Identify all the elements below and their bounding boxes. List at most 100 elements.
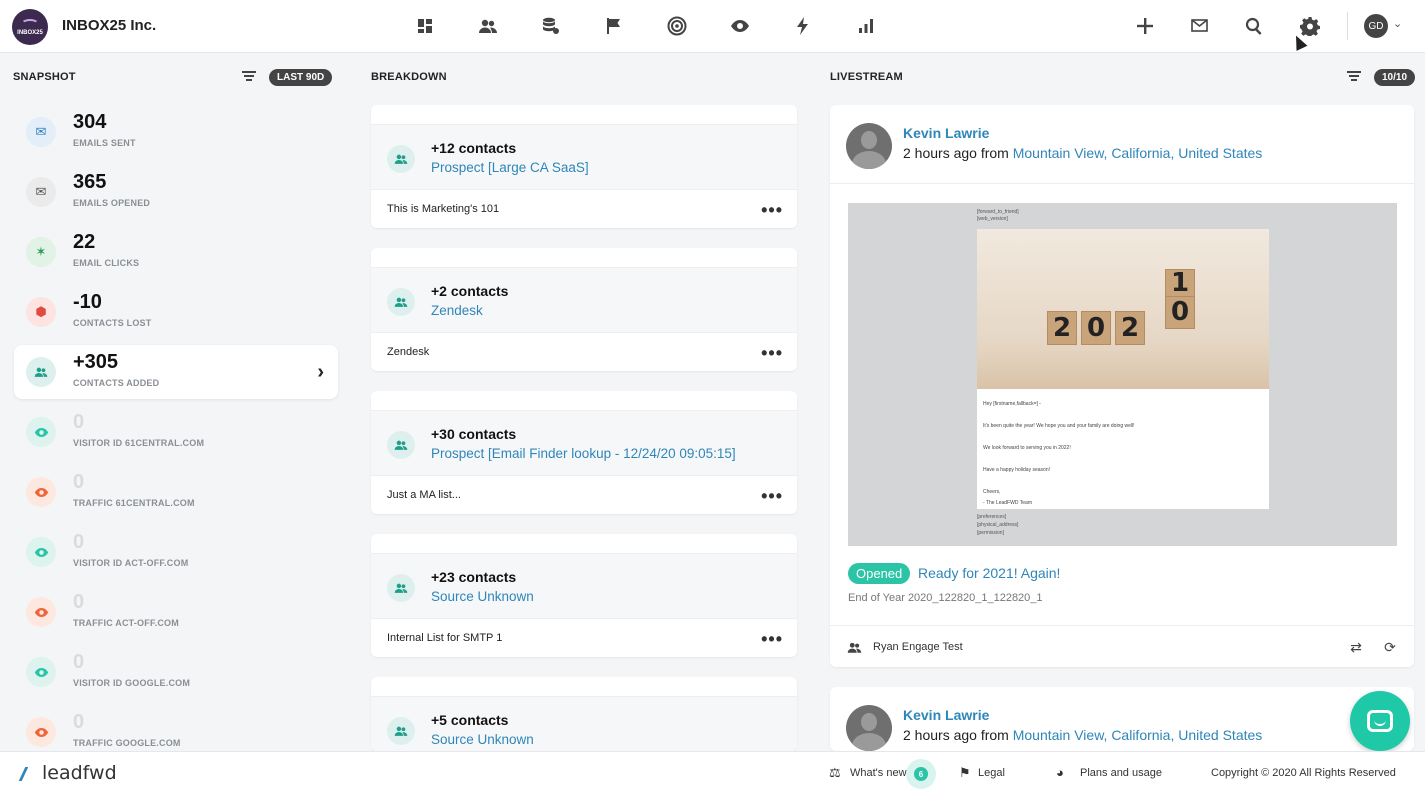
chevron-right-icon[interactable]: › [317, 361, 324, 384]
eye-icon [26, 477, 56, 507]
breakdown-source-link[interactable]: Zendesk [431, 303, 483, 318]
company-name[interactable]: INBOX25 Inc. [62, 17, 156, 34]
location-link[interactable]: Mountain View, California, United States [1013, 145, 1263, 161]
block-digit: 1 [1165, 268, 1195, 298]
legal-icon: ⚑ [959, 765, 971, 780]
email-meta-top: [web_version] [977, 216, 1008, 222]
snapshot-value: 22 [73, 231, 96, 253]
breakdown-card[interactable]: +2 contacts Zendesk Zendesk ••• [371, 248, 797, 371]
snapshot-value: 0 [73, 531, 85, 553]
livestream-count-pill: 10/10 [1374, 69, 1416, 86]
snapshot-label: VISITOR ID ACT-OFF.COM [73, 558, 189, 568]
contacts-icon[interactable] [476, 14, 500, 38]
snapshot-item-visitor-id-61central[interactable]: 0 VISITOR ID 61CENTRAL.COM [14, 405, 338, 459]
eye-icon [26, 537, 56, 567]
breakdown-card-header: +2 contacts Zendesk [371, 267, 797, 333]
email-preview[interactable]: [forward_to_friend] [web_version] 2 0 2 … [848, 203, 1397, 546]
email-subject-link[interactable]: Ready for 2021! Again! [918, 565, 1060, 581]
snapshot-item-visitor-id-google[interactable]: 0 VISITOR ID GOOGLE.COM [14, 645, 338, 699]
livestream-entry: Kevin Lawrie 2 hours ago from Mountain V… [830, 687, 1414, 751]
contacts-lost-icon: ⬢ [26, 297, 56, 327]
search-icon[interactable] [1242, 14, 1266, 38]
database-icon[interactable] [539, 14, 563, 38]
block-digit: 0 [1165, 295, 1195, 329]
users-icon [387, 288, 415, 316]
breakdown-card[interactable]: +12 contacts Prospect [Large CA SaaS] Th… [371, 105, 797, 228]
snapshot-item-contacts-added[interactable]: +305 CONTACTS ADDED › [14, 345, 338, 399]
mail-search-icon[interactable] [1188, 14, 1212, 38]
snapshot-item-contacts-lost[interactable]: ⬢ -10 CONTACTS LOST [14, 285, 338, 339]
more-options-icon[interactable]: ••• [761, 343, 783, 364]
chat-icon [1367, 710, 1393, 732]
header-divider [1347, 12, 1348, 40]
breakdown-source-link[interactable]: Source Unknown [431, 732, 534, 747]
bar-chart-icon[interactable] [854, 14, 878, 38]
cursor-click-icon: ✶ [26, 237, 56, 267]
more-options-icon[interactable]: ••• [761, 629, 783, 650]
email-line: - The LeadFWD Team [983, 500, 1033, 506]
email-line: Hey [firstname,fallback=] - [983, 401, 1041, 407]
refresh-icon[interactable]: ⟳ [1381, 638, 1399, 656]
snapshot-item-emails-sent[interactable]: ✉ 304 EMAILS SENT [14, 105, 338, 159]
activity-time: 2 hours ago from Mountain View, Californ… [903, 727, 1262, 743]
snapshot-label: TRAFFIC ACT-OFF.COM [73, 618, 179, 628]
snapshot-item-email-clicks[interactable]: ✶ 22 EMAIL CLICKS [14, 225, 338, 279]
snapshot-label: CONTACTS ADDED [73, 378, 160, 388]
snapshot-filter-icon[interactable] [242, 71, 256, 83]
legal-link[interactable]: Legal [978, 767, 1005, 779]
repeat-icon[interactable]: ⇄ [1347, 638, 1365, 656]
breakdown-source-link[interactable]: Source Unknown [431, 589, 534, 604]
whats-new-link[interactable]: What's new [850, 767, 907, 779]
eye-icon [26, 717, 56, 747]
snapshot-value: 304 [73, 111, 107, 133]
breakdown-card[interactable]: +30 contacts Prospect [Email Finder look… [371, 391, 797, 514]
contact-avatar[interactable] [846, 705, 892, 751]
breakdown-source-link[interactable]: Prospect [Email Finder lookup - 12/24/20… [431, 446, 736, 461]
range-pill[interactable]: LAST 90D [269, 69, 333, 86]
add-icon[interactable] [1133, 14, 1157, 38]
contact-name-link[interactable]: Kevin Lawrie [903, 125, 989, 141]
company-logo[interactable]: INBOX25 [12, 9, 48, 45]
snapshot-item-traffic-act-off[interactable]: 0 TRAFFIC ACT-OFF.COM [14, 585, 338, 639]
target-icon[interactable] [665, 14, 689, 38]
location-link[interactable]: Mountain View, California, United States [1013, 727, 1263, 743]
breakdown-card[interactable]: +23 contacts Source Unknown Internal Lis… [371, 534, 797, 657]
chevron-down-icon[interactable]: ⌄ [1393, 17, 1402, 30]
snapshot-item-emails-opened[interactable]: ✉ 365 EMAILS OPENED [14, 165, 338, 219]
breakdown-count: +5 contacts [431, 712, 509, 728]
wooden-blocks-image: 2 0 2 0 1 [977, 229, 1269, 389]
more-options-icon[interactable]: ••• [761, 200, 783, 221]
flask-icon: ⚖ [829, 765, 841, 780]
campaign-name: End of Year 2020_122820_1_122820_1 [848, 592, 1043, 604]
contact-avatar[interactable] [846, 123, 892, 169]
whats-new-badge[interactable]: 6 [906, 759, 936, 789]
breakdown-note: Internal List for SMTP 1 [387, 632, 503, 644]
snapshot-label: EMAIL CLICKS [73, 258, 140, 268]
flag-icon[interactable] [602, 14, 626, 38]
more-options-icon[interactable]: ••• [761, 486, 783, 507]
contact-name-link[interactable]: Kevin Lawrie [903, 707, 989, 723]
eye-icon[interactable] [728, 14, 752, 38]
lightning-icon[interactable] [791, 14, 815, 38]
breakdown-card[interactable]: +5 contacts Source Unknown [371, 677, 797, 751]
snapshot-item-visitor-id-act-off[interactable]: 0 VISITOR ID ACT-OFF.COM [14, 525, 338, 579]
livestream-filter-icon[interactable] [1347, 71, 1361, 83]
user-avatar[interactable]: GD [1364, 14, 1388, 38]
users-icon [847, 640, 862, 660]
livestream-entry-footer: Ryan Engage Test ⇄ ⟳ [830, 625, 1414, 667]
leadfwd-logo[interactable]: leadfwd [18, 762, 117, 784]
breakdown-note: This is Marketing's 101 [387, 203, 500, 215]
breakdown-source-link[interactable]: Prospect [Large CA SaaS] [431, 160, 589, 175]
block-digit: 2 [1047, 311, 1077, 345]
breakdown-count: +23 contacts [431, 569, 517, 585]
breakdown-card-header: +5 contacts Source Unknown [371, 696, 797, 751]
users-icon [387, 717, 415, 745]
dashboard-icon[interactable] [413, 14, 437, 38]
chat-launcher-button[interactable] [1350, 691, 1410, 751]
plans-usage-link[interactable]: Plans and usage [1080, 767, 1162, 779]
snapshot-title: SNAPSHOT [13, 71, 76, 83]
breakdown-count: +12 contacts [431, 140, 517, 156]
breakdown-count: +2 contacts [431, 283, 509, 299]
snapshot-item-traffic-61central[interactable]: 0 TRAFFIC 61CENTRAL.COM [14, 465, 338, 519]
snapshot-label: TRAFFIC 61CENTRAL.COM [73, 498, 195, 508]
